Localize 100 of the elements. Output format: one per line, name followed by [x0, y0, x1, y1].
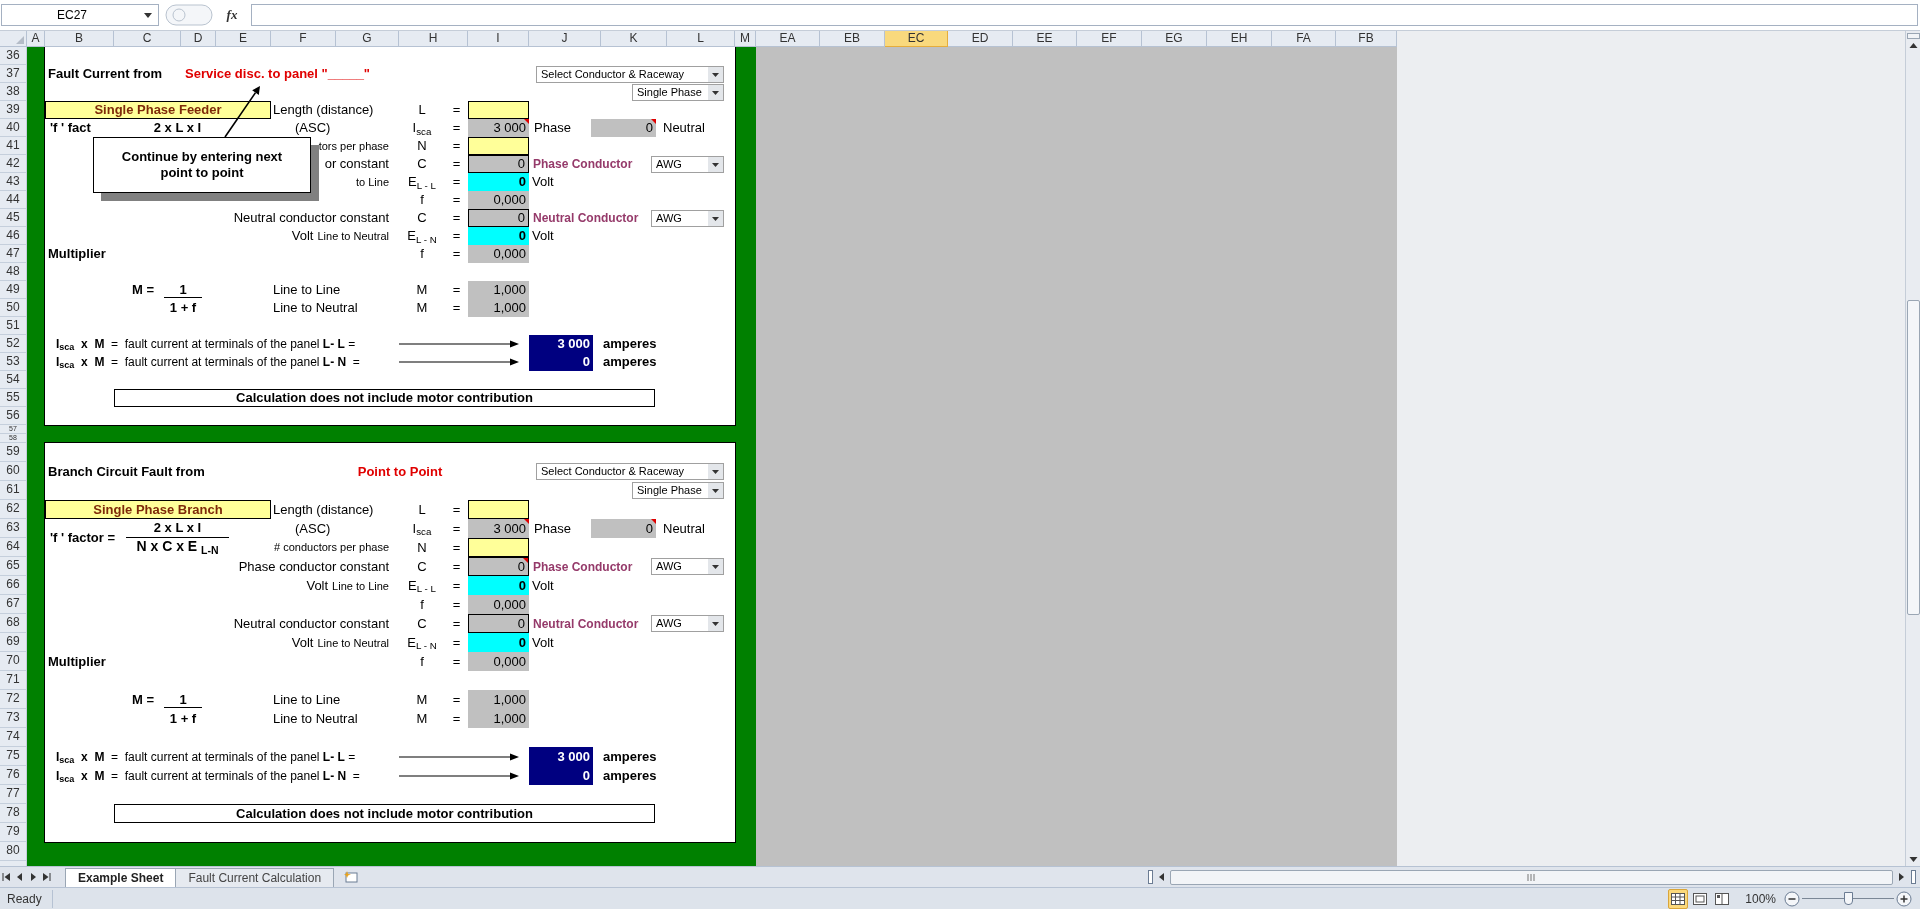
scrollbar-thumb[interactable] [1906, 300, 1920, 615]
row-header[interactable]: 64 [0, 538, 27, 557]
row-header[interactable]: 42 [0, 155, 27, 173]
column-header[interactable]: FA [1272, 31, 1336, 47]
row-header[interactable]: 74 [0, 728, 27, 747]
input-cell[interactable] [468, 538, 529, 557]
row-header[interactable]: 51 [0, 317, 27, 335]
input-cell[interactable] [468, 101, 529, 119]
dropdown[interactable]: Single Phase [632, 83, 724, 101]
row-header[interactable]: 40 [0, 119, 27, 137]
dropdown[interactable]: AWG [651, 558, 724, 575]
dropdown[interactable]: AWG [651, 615, 724, 632]
column-header[interactable]: EF [1077, 31, 1142, 47]
row-header[interactable]: 49 [0, 281, 27, 299]
row-header[interactable]: 76 [0, 766, 27, 785]
field-label: Line to Neutral [273, 299, 358, 318]
status-text: Ready [0, 889, 53, 908]
column-header[interactable]: G [336, 31, 399, 47]
row-header[interactable]: 77 [0, 785, 27, 804]
column-header[interactable]: D [181, 31, 216, 47]
column-header[interactable]: E [216, 31, 271, 47]
column-header[interactable]: C [114, 31, 181, 47]
column-header[interactable]: F [271, 31, 336, 47]
row-header[interactable]: 39 [0, 101, 27, 119]
row-header[interactable]: 48 [0, 263, 27, 281]
view-button[interactable] [1668, 888, 1689, 909]
column-header[interactable]: EB [820, 31, 885, 47]
zoom-slider-thumb[interactable] [1843, 891, 1853, 905]
row-header[interactable]: 66 [0, 576, 27, 595]
row-header[interactable]: 38 [0, 83, 27, 101]
column-header[interactable]: EH [1207, 31, 1272, 47]
split-handle[interactable] [1911, 870, 1916, 884]
formula-input[interactable] [251, 4, 1918, 26]
column-header[interactable]: H [399, 31, 468, 47]
column-header[interactable]: EC [885, 31, 948, 47]
column-header[interactable]: EE [1013, 31, 1077, 47]
row-header[interactable]: 67 [0, 595, 27, 614]
row-header[interactable]: 53 [0, 353, 27, 371]
sheet-tab[interactable]: Fault Current Calculation [175, 867, 335, 888]
row-header[interactable]: 45 [0, 209, 27, 227]
row-header[interactable]: 73 [0, 709, 27, 728]
row-header[interactable]: 56 [0, 407, 27, 425]
name-box[interactable]: EC27 [1, 4, 159, 26]
dropdown[interactable]: Select Conductor & Raceway [536, 463, 724, 480]
column-header[interactable]: EA [756, 31, 820, 47]
column-header[interactable]: FB [1336, 31, 1397, 47]
row-header[interactable]: 55 [0, 389, 27, 407]
row-header[interactable]: 60 [0, 462, 27, 481]
row-header[interactable]: 50 [0, 299, 27, 317]
input-cell[interactable] [468, 137, 529, 155]
row-header[interactable]: 62 [0, 500, 27, 519]
comment-indicator-icon [651, 519, 656, 524]
column-header[interactable]: M [735, 31, 756, 47]
row-header[interactable]: 61 [0, 481, 27, 500]
row-header[interactable]: 78 [0, 804, 27, 823]
zoom-in-icon[interactable] [1896, 890, 1912, 907]
column-header[interactable]: EG [1142, 31, 1207, 47]
row-header[interactable]: 46 [0, 227, 27, 245]
dropdown[interactable]: AWG [651, 209, 724, 227]
row-header[interactable]: 70 [0, 652, 27, 671]
row-header[interactable]: 44 [0, 191, 27, 209]
dropdown[interactable]: Select Conductor & Raceway [536, 65, 724, 83]
column-header[interactable]: A [27, 31, 45, 47]
dropdown[interactable]: AWG [651, 155, 724, 173]
row-header[interactable]: 80 [0, 842, 27, 861]
column-header[interactable]: J [529, 31, 601, 47]
row-header[interactable]: 69 [0, 633, 27, 652]
split-handle[interactable] [1906, 33, 1920, 39]
formula-label: M = [131, 690, 156, 709]
scrollbar-thumb[interactable] [1170, 869, 1893, 885]
row-header[interactable]: 54 [0, 371, 27, 389]
row-header[interactable]: 43 [0, 173, 27, 191]
row-header[interactable]: 72 [0, 690, 27, 709]
row-header[interactable]: 59 [0, 443, 27, 462]
column-header[interactable]: ED [948, 31, 1013, 47]
zoom-out-icon[interactable] [1784, 890, 1800, 907]
unit-label: amperes [602, 353, 658, 372]
zoom-slider[interactable] [1802, 890, 1894, 907]
column-header[interactable]: B [45, 31, 114, 47]
column-header[interactable]: I [468, 31, 529, 47]
first-sheet-icon[interactable] [1, 871, 13, 883]
dropdown[interactable]: Single Phase [632, 482, 724, 499]
column-header[interactable]: K [601, 31, 667, 47]
row-header[interactable]: 75 [0, 747, 27, 766]
row-header[interactable]: 68 [0, 614, 27, 633]
row-header[interactable]: 37 [0, 65, 27, 83]
input-cell[interactable] [468, 500, 529, 519]
row-header[interactable]: 79 [0, 823, 27, 842]
row-header[interactable]: 65 [0, 557, 27, 576]
split-handle[interactable] [1148, 870, 1154, 884]
row-header[interactable]: 63 [0, 519, 27, 538]
row-header[interactable]: 71 [0, 671, 27, 690]
row-header[interactable]: 47 [0, 245, 27, 263]
row-header[interactable]: 52 [0, 335, 27, 353]
sheet-tab[interactable]: Example Sheet [65, 867, 177, 888]
insert-function-button[interactable]: fx [221, 5, 243, 25]
last-sheet-icon[interactable] [40, 871, 52, 883]
column-header[interactable]: L [667, 31, 735, 47]
row-header[interactable]: 41 [0, 137, 27, 155]
row-header[interactable]: 36 [0, 47, 27, 65]
